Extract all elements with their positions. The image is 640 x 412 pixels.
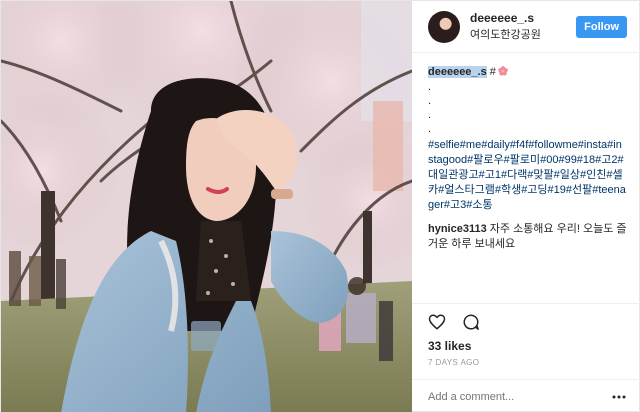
speech-bubble-icon[interactable] xyxy=(462,313,480,331)
location-link[interactable]: 여의도한강공원 xyxy=(470,28,576,42)
more-options-icon[interactable] xyxy=(611,389,627,405)
follow-button[interactable]: Follow xyxy=(576,15,627,38)
action-bar xyxy=(412,303,640,339)
instagram-post: deeeeee_.s 여의도한강공원 Follow deeeeee_.s # .… xyxy=(0,0,640,412)
add-comment-bar xyxy=(412,379,640,412)
add-comment-input[interactable] xyxy=(428,390,611,403)
avatar[interactable] xyxy=(428,10,460,43)
hashtags[interactable]: #selfie#me#daily#f4f#followme#insta#inst… xyxy=(428,138,627,213)
caption-dot-1: . xyxy=(428,81,432,93)
caption-dot-4: . xyxy=(428,123,432,135)
cherry-blossom-icon xyxy=(498,66,508,76)
heart-icon[interactable] xyxy=(428,313,446,331)
likes-count[interactable]: 33 likes xyxy=(412,339,640,354)
caption-dot-2: . xyxy=(428,95,432,107)
caption: deeeeee_.s # . . . . #selfie#me#daily#f4… xyxy=(428,65,627,213)
username-link[interactable]: deeeeee_.s xyxy=(470,11,576,26)
comment-username-link[interactable]: hynice3113 xyxy=(428,223,487,235)
caption-username-link[interactable]: deeeeee_.s xyxy=(428,66,487,78)
header-text: deeeeee_.s 여의도한강공원 xyxy=(470,11,576,42)
post-photo[interactable] xyxy=(1,1,412,412)
caption-dot-3: . xyxy=(428,109,432,121)
caption-text: # xyxy=(486,66,496,78)
post-side-panel: deeeeee_.s 여의도한강공원 Follow deeeeee_.s # .… xyxy=(412,1,640,412)
selfie-photo-illustration xyxy=(1,1,412,412)
comments-area: deeeeee_.s # . . . . #selfie#me#daily#f4… xyxy=(412,53,640,303)
post-header: deeeeee_.s 여의도한강공원 Follow xyxy=(412,1,640,53)
post-timestamp[interactable]: 7 DAYS AGO xyxy=(412,354,640,369)
comment: hynice3113 자주 소통해요 우리! 오늘도 즐거운 하루 보내세요 xyxy=(428,222,627,252)
